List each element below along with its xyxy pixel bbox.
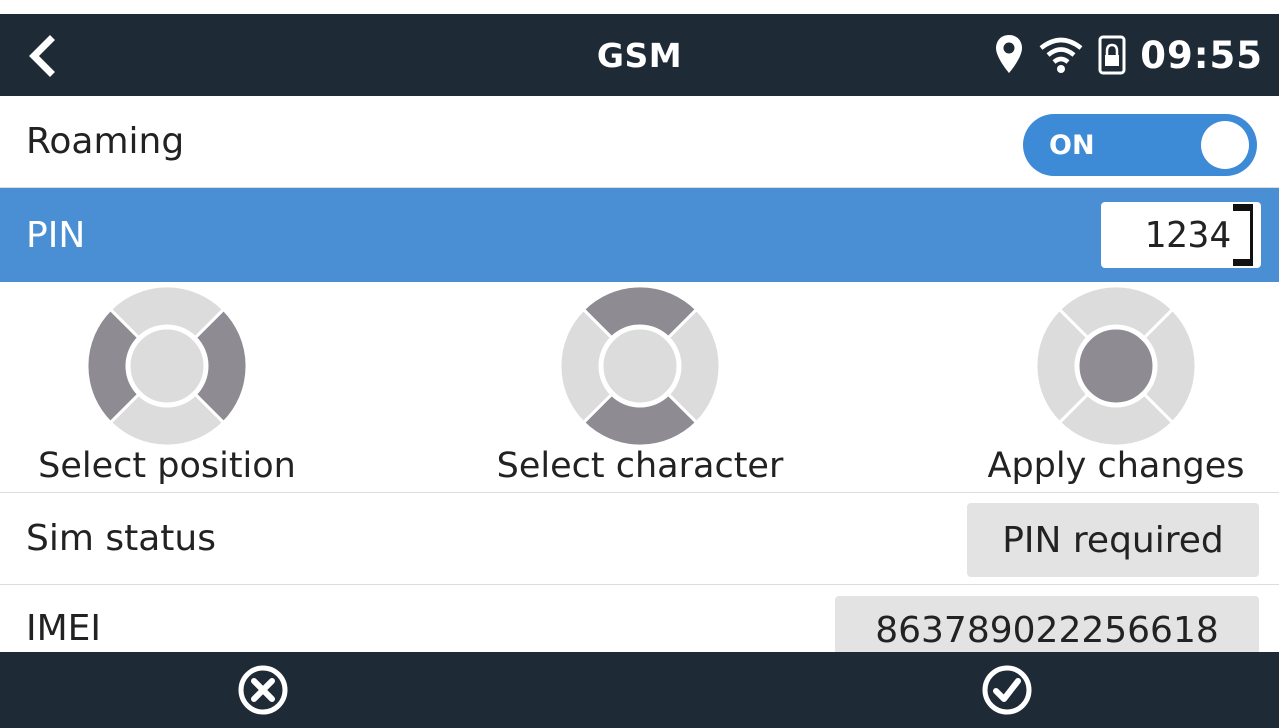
sim-status-label: Sim status xyxy=(26,518,216,559)
location-pin-icon xyxy=(996,35,1023,73)
left-right-keys-icon xyxy=(87,286,247,446)
header-bar: GSM 09:55 xyxy=(0,14,1279,96)
status-area: 09:55 xyxy=(994,14,1263,96)
cancel-button[interactable] xyxy=(233,660,293,720)
imei-value: 863789022256618 xyxy=(835,596,1259,652)
sim-status-row: Sim status PIN required xyxy=(0,493,1279,585)
select-position-label: Select position xyxy=(38,446,296,486)
cancel-icon xyxy=(238,665,288,715)
imei-row: IMEI 863789022256618 xyxy=(0,586,1279,652)
roaming-toggle[interactable]: ON xyxy=(1023,114,1257,176)
text-cursor xyxy=(1250,204,1253,266)
toggle-knob xyxy=(1201,121,1249,169)
toggle-state-label: ON xyxy=(1049,129,1095,161)
text-cursor-bottom xyxy=(1233,259,1253,266)
pin-value: 1234 xyxy=(1144,214,1231,256)
apply-changes-label: Apply changes xyxy=(987,446,1245,486)
up-down-keys-icon xyxy=(560,286,720,446)
imei-label: IMEI xyxy=(26,608,102,649)
pin-label: PIN xyxy=(26,214,86,256)
confirm-button[interactable] xyxy=(977,660,1037,720)
select-character-label: Select character xyxy=(496,446,784,486)
footer-bar xyxy=(0,652,1279,728)
gsm-settings-screen: GSM 09:55 Roaming ON PIN 1234 Select pos… xyxy=(0,0,1279,728)
center-key-icon xyxy=(1036,286,1196,446)
pin-row[interactable]: PIN 1234 xyxy=(0,188,1279,282)
pin-input[interactable]: 1234 xyxy=(1101,202,1261,268)
wifi-icon xyxy=(1039,37,1083,73)
lock-icon xyxy=(1098,35,1126,75)
roaming-label: Roaming xyxy=(26,121,185,162)
confirm-icon xyxy=(982,665,1032,715)
clock: 09:55 xyxy=(1140,33,1263,77)
keypad-hints: Select position Select character Apply c… xyxy=(0,282,1279,493)
roaming-row[interactable]: Roaming ON xyxy=(0,96,1279,188)
sim-status-value: PIN required xyxy=(967,503,1259,577)
